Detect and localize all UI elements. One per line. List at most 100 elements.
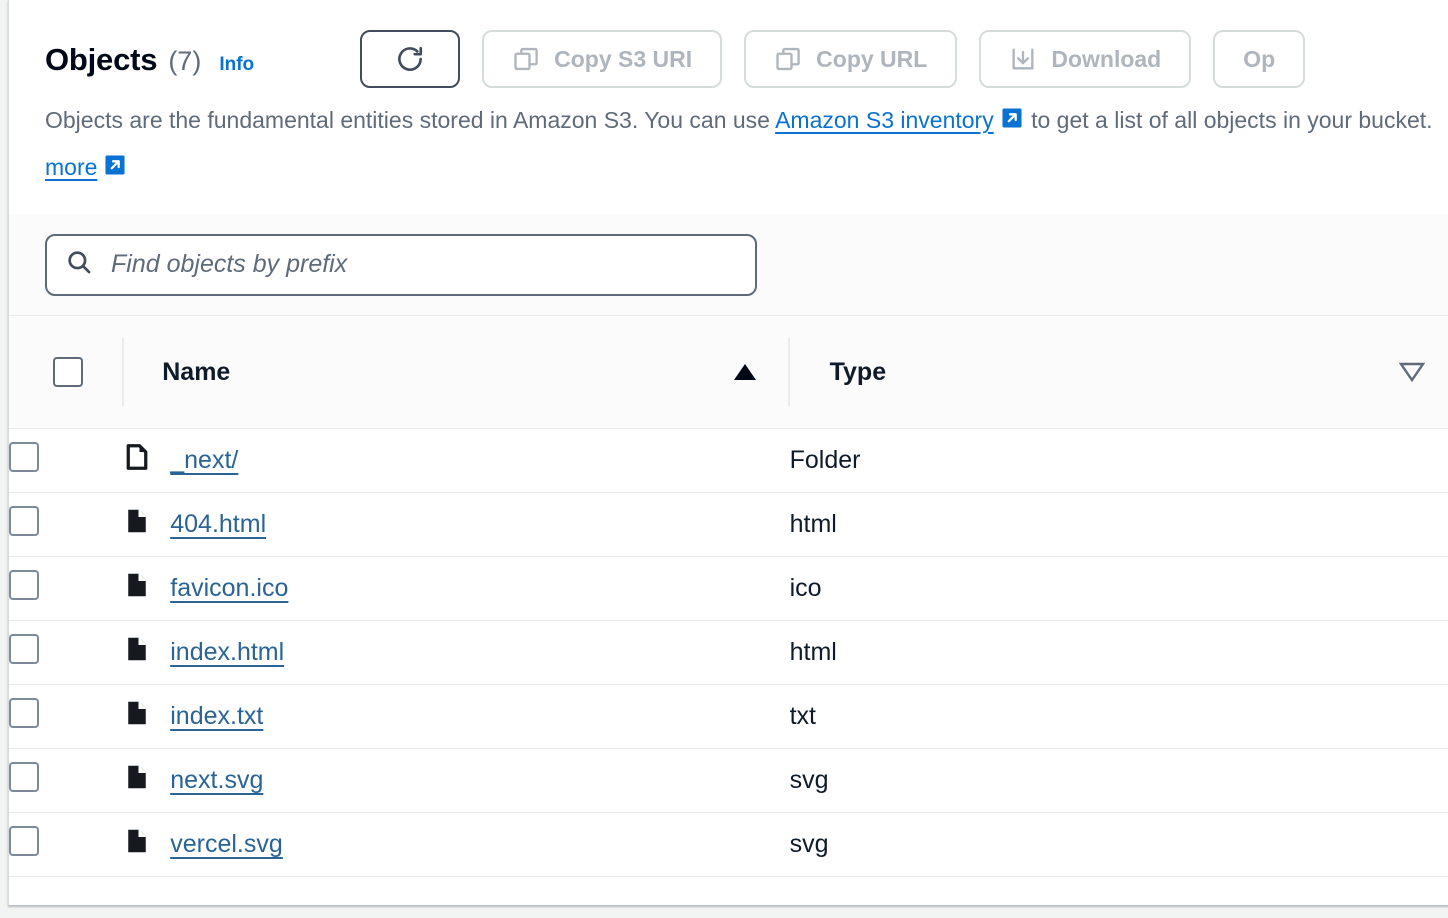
column-header-type-label: Type [829,357,887,386]
external-link-icon [102,148,128,192]
row-checkbox[interactable] [9,826,39,856]
search-icon [65,248,93,281]
panel-header-row: Objects (7) Info Copy S3 URI Copy URL Do… [9,24,1448,94]
download-icon [1009,45,1037,73]
triangle-up-filled-icon[interactable] [732,361,758,383]
column-header-type[interactable]: Type [789,316,1448,429]
object-type-cell: ico [790,557,1448,621]
description-text-1: Objects are the fundamental entities sto… [45,107,776,133]
page-root: Objects (7) Info Copy S3 URI Copy URL Do… [0,0,1448,918]
file-icon [122,826,152,863]
row-checkbox[interactable] [9,506,39,536]
copy-url-button[interactable]: Copy URL [744,30,958,88]
copy-icon [512,45,540,73]
copy-icon [774,45,802,73]
table-row: vercel.svg svg [9,813,1448,877]
copy-s3-uri-button[interactable]: Copy S3 URI [482,30,723,88]
object-name-link[interactable]: 404.html [170,510,266,539]
object-name-link[interactable]: favicon.ico [170,574,288,603]
table-row: index.txt txt [9,685,1448,749]
object-name-link[interactable]: index.html [170,638,284,667]
search-input[interactable] [109,249,737,280]
amazon-s3-inventory-link[interactable]: Amazon S3 inventory [775,107,994,133]
object-type-value: txt [789,702,817,730]
table-body: _next/Folder 404.html html favicon.ico ico in… [9,429,1448,877]
panel-description: Objects are the fundamental entities sto… [9,98,1448,192]
refresh-button[interactable] [360,30,461,88]
object-type-cell: html [790,621,1448,685]
column-header-name-label: Name [162,357,231,386]
folder-icon [122,442,152,479]
page-title: Objects [45,41,158,77]
filter-bar [9,214,1448,316]
object-name-link[interactable]: _next/ [170,446,238,475]
object-name-cell: next.svg [122,749,789,813]
object-type-value: Folder [789,446,861,474]
row-checkbox[interactable] [9,634,39,664]
row-select-cell [9,557,122,621]
object-type-cell: html [790,493,1448,557]
description-text-2: to get a list of all objects in your buc… [1024,107,1433,133]
external-link-icon [999,101,1025,145]
row-checkbox[interactable] [9,442,39,472]
table-header-row: Name Type [9,316,1448,429]
object-name-cell: index.html [122,621,789,685]
learn-more-link[interactable]: more [45,154,97,180]
download-label: Download [1051,45,1162,72]
row-checkbox[interactable] [9,570,39,600]
column-header-name[interactable]: Name [122,316,790,429]
download-button[interactable]: Download [979,30,1192,88]
object-type-cell: txt [790,685,1448,749]
panel-header: Objects (7) Info Copy S3 URI Copy URL Do… [9,0,1448,316]
row-select-cell [9,749,122,813]
row-select-cell [9,429,122,493]
object-type-cell: Folder [790,429,1448,493]
column-divider [122,338,125,406]
select-all-checkbox[interactable] [53,357,83,387]
object-type-value: ico [789,574,822,602]
triangle-down-outline-icon[interactable] [1398,361,1426,383]
refresh-icon [395,44,425,74]
row-checkbox[interactable] [9,762,39,792]
object-name-cell: index.txt [122,685,789,749]
file-icon [122,634,152,671]
row-select-cell [9,685,122,749]
select-all-header [9,316,123,429]
object-type-cell: svg [790,749,1448,813]
file-icon [122,698,152,735]
object-name-cell: favicon.ico [122,557,789,621]
object-type-value: svg [789,830,829,858]
object-type-value: svg [789,766,829,794]
table-header: Name Type [9,316,1448,429]
info-link[interactable]: Info [219,55,254,74]
object-type-value: html [789,510,837,538]
open-button[interactable]: Op [1213,30,1306,88]
object-count: (7) [168,45,202,76]
object-name-link[interactable]: index.txt [170,702,263,731]
row-select-cell [9,621,122,685]
open-label: Op [1243,45,1276,72]
file-icon [122,570,152,607]
row-checkbox[interactable] [9,698,39,728]
object-name-cell: 404.html [122,493,789,557]
table-row: 404.html html [9,493,1448,557]
object-name-link[interactable]: vercel.svg [170,830,283,859]
object-type-value: html [789,638,837,666]
file-icon [122,506,152,543]
panel-title-group: Objects (7) Info [45,44,254,75]
toolbar: Copy S3 URI Copy URL Download Op [360,30,1306,88]
copy-s3-uri-label: Copy S3 URI [554,45,693,72]
search-box[interactable] [45,233,757,296]
objects-table: Name Type _next/ Folder 404.html html fa… [9,316,1448,877]
table-row: favicon.ico ico [9,557,1448,621]
table-row: next.svg svg [9,749,1448,813]
object-name-link[interactable]: next.svg [170,766,263,795]
table-row: _next/Folder [9,429,1448,493]
object-name-cell: vercel.svg [122,813,789,877]
row-select-cell [9,493,122,557]
objects-panel: Objects (7) Info Copy S3 URI Copy URL Do… [8,0,1448,906]
file-icon [122,762,152,799]
object-name-cell: _next/ [122,429,789,493]
object-type-cell: svg [790,813,1448,877]
table-row: index.html html [9,621,1448,685]
